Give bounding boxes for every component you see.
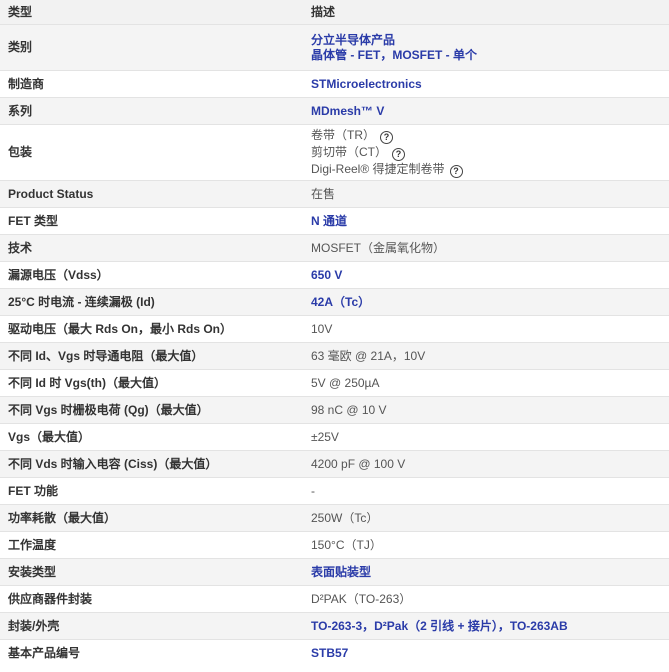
attr-label: 不同 Vgs 时栅极电荷 (Qg)（最大值） [0, 396, 303, 424]
packaging-option: Digi-Reel® 得捷定制卷带? [311, 161, 661, 178]
attr-label: 不同 Vds 时输入电容 (Ciss)（最大值） [0, 450, 303, 478]
table-row-packaging: 包装 卷带（TR）? 剪切带（CT）? Digi-Reel® 得捷定制卷带? [0, 124, 669, 181]
table-row-operating-temp: 工作温度 150°C（TJ） [0, 531, 669, 559]
table-row-package-case: 封装/外壳 TO-263-3，D²Pak（2 引线 + 接片），TO-263AB [0, 612, 669, 640]
attr-value: - [303, 477, 669, 505]
attr-value: 250W（Tc） [303, 504, 669, 532]
attr-label: 安装类型 [0, 558, 303, 586]
attr-label: 不同 Id、Vgs 时导通电阻（最大值） [0, 342, 303, 370]
fet-type-link[interactable]: N 通道 [303, 207, 669, 235]
category-link-1[interactable]: 分立半导体产品 [311, 33, 661, 48]
table-row-vgs-th: 不同 Id 时 Vgs(th)（最大值） 5V @ 250µA [0, 369, 669, 397]
series-link[interactable]: MDmesh™ V [303, 97, 669, 125]
mounting-type-link[interactable]: 表面贴装型 [303, 558, 669, 586]
table-row-drive-voltage: 驱动电压（最大 Rds On，最小 Rds On） 10V [0, 315, 669, 343]
category-link-2[interactable]: 晶体管 - FET，MOSFET - 单个 [311, 48, 661, 63]
table-row-gate-charge: 不同 Vgs 时栅极电荷 (Qg)（最大值） 98 nC @ 10 V [0, 396, 669, 424]
attr-value: 150°C（TJ） [303, 531, 669, 559]
attr-value: 4200 pF @ 100 V [303, 450, 669, 478]
attr-label: 25°C 时电流 - 连续漏极 (Id) [0, 288, 303, 316]
attr-label: 制造商 [0, 70, 303, 98]
attr-label: 供应商器件封装 [0, 585, 303, 613]
packaging-option: 卷带（TR）? [311, 127, 661, 144]
packaging-label: Digi-Reel® 得捷定制卷带 [311, 162, 445, 176]
question-circle-icon[interactable]: ? [392, 148, 405, 161]
package-case-link[interactable]: TO-263-3，D²Pak（2 引线 + 接片），TO-263AB [303, 612, 669, 640]
attr-value: MOSFET（金属氧化物） [303, 234, 669, 262]
attr-label: Product Status [0, 180, 303, 208]
table-row-base-product-number: 基本产品编号 STB57 [0, 639, 669, 666]
attr-label: FET 功能 [0, 477, 303, 505]
attr-label: 技术 [0, 234, 303, 262]
category-value: 分立半导体产品 晶体管 - FET，MOSFET - 单个 [303, 24, 669, 71]
attr-label: 包装 [0, 124, 303, 181]
table-row-fet-type: FET 类型 N 通道 [0, 207, 669, 235]
manufacturer-link[interactable]: STMicroelectronics [303, 70, 669, 98]
table-row-vgs-max: Vgs（最大值） ±25V [0, 423, 669, 451]
attr-label: 类别 [0, 24, 303, 71]
table-row-input-capacitance: 不同 Vds 时输入电容 (Ciss)（最大值） 4200 pF @ 100 V [0, 450, 669, 478]
table-row-fet-feature: FET 功能 - [0, 477, 669, 505]
header-type: 类型 [0, 0, 303, 25]
table-row-supplier-package: 供应商器件封装 D²PAK（TO-263） [0, 585, 669, 613]
packaging-label: 卷带（TR） [311, 128, 375, 142]
table-row-rds-on: 不同 Id、Vgs 时导通电阻（最大值） 63 毫欧 @ 21A，10V [0, 342, 669, 370]
question-circle-icon[interactable]: ? [449, 165, 463, 178]
attr-value: D²PAK（TO-263） [303, 585, 669, 613]
attr-label: 功率耗散（最大值） [0, 504, 303, 532]
attr-value: 98 nC @ 10 V [303, 396, 669, 424]
question-circle-icon[interactable]: ? [380, 131, 393, 144]
attr-label: FET 类型 [0, 207, 303, 235]
attr-label: 封装/外壳 [0, 612, 303, 640]
product-attributes-table: 类型 描述 类别 分立半导体产品 晶体管 - FET，MOSFET - 单个 制… [0, 0, 669, 666]
table-row-mounting-type: 安装类型 表面贴装型 [0, 558, 669, 586]
attr-label: 工作温度 [0, 531, 303, 559]
vdss-link[interactable]: 650 V [303, 261, 669, 289]
table-header-row: 类型 描述 [0, 0, 669, 25]
table-row-manufacturer: 制造商 STMicroelectronics [0, 70, 669, 98]
table-row-drain-current: 25°C 时电流 - 连续漏极 (Id) 42A（Tc） [0, 288, 669, 316]
attr-label: 基本产品编号 [0, 639, 303, 666]
attr-label: Vgs（最大值） [0, 423, 303, 451]
base-product-link[interactable]: STB57 [303, 639, 669, 666]
header-description: 描述 [303, 0, 669, 25]
attr-value: 10V [303, 315, 669, 343]
attr-label: 漏源电压（Vdss） [0, 261, 303, 289]
table-row-product-status: Product Status 在售 [0, 180, 669, 208]
packaging-option: 剪切带（CT）? [311, 144, 661, 161]
attr-value: 5V @ 250µA [303, 369, 669, 397]
table-row-power-dissipation: 功率耗散（最大值） 250W（Tc） [0, 504, 669, 532]
table-row-technology: 技术 MOSFET（金属氧化物） [0, 234, 669, 262]
attr-value: 63 毫欧 @ 21A，10V [303, 342, 669, 370]
attr-value: ±25V [303, 423, 669, 451]
table-row-vdss: 漏源电压（Vdss） 650 V [0, 261, 669, 289]
table-row-series: 系列 MDmesh™ V [0, 97, 669, 125]
packaging-value: 卷带（TR）? 剪切带（CT）? Digi-Reel® 得捷定制卷带? [303, 124, 669, 181]
attr-value: 在售 [303, 180, 669, 208]
attr-label: 系列 [0, 97, 303, 125]
table-row-category: 类别 分立半导体产品 晶体管 - FET，MOSFET - 单个 [0, 24, 669, 71]
attr-label: 驱动电压（最大 Rds On，最小 Rds On） [0, 315, 303, 343]
packaging-label: 剪切带（CT） [311, 145, 387, 159]
drain-current-link[interactable]: 42A（Tc） [303, 288, 669, 316]
attr-label: 不同 Id 时 Vgs(th)（最大值） [0, 369, 303, 397]
